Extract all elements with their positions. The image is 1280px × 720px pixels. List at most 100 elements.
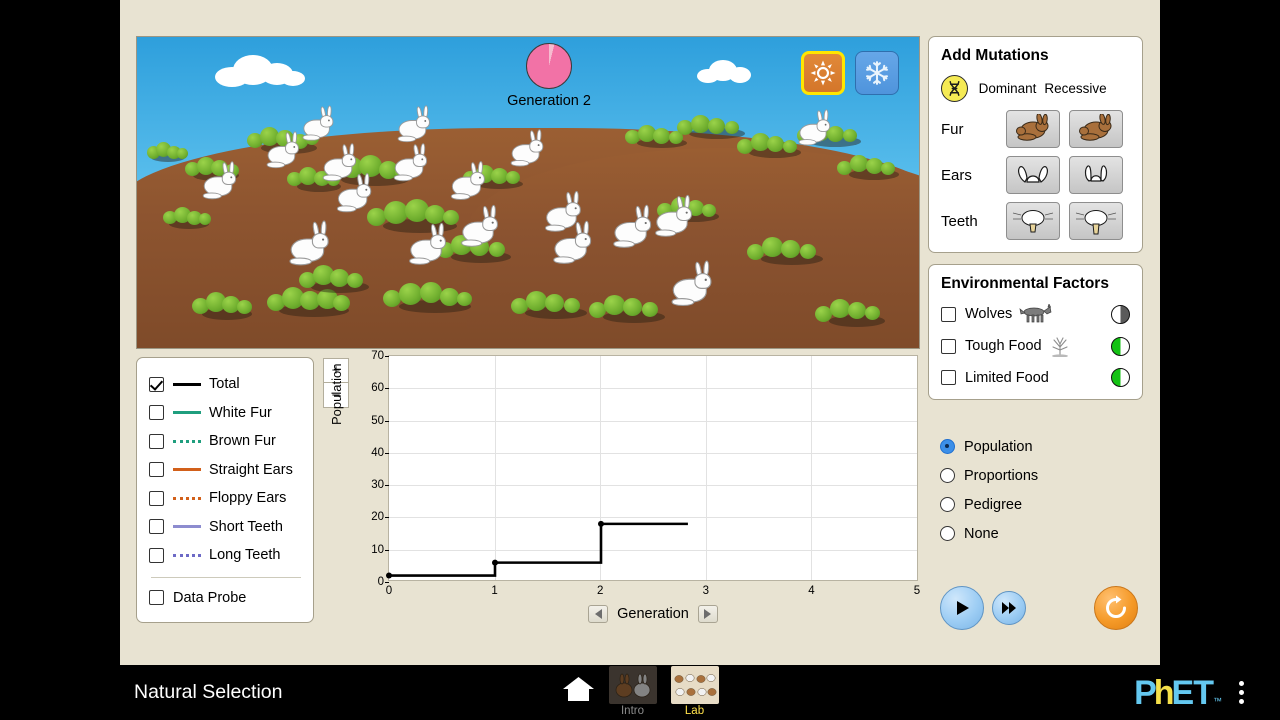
reset-all-button[interactable] xyxy=(1094,586,1138,630)
ears-recessive-mutation-button[interactable] xyxy=(1069,156,1123,194)
checkbox-data-probe[interactable] xyxy=(149,590,164,606)
mutations-header-row: Dominant Recessive xyxy=(941,75,1130,102)
kebab-menu-icon[interactable] xyxy=(1239,681,1244,704)
legend-divider xyxy=(151,576,301,578)
radio-none[interactable] xyxy=(940,526,955,541)
y-tick: 60 xyxy=(371,382,389,395)
tough-food-pie-icon xyxy=(1111,336,1130,356)
legend-label-short-teeth: Short Teeth xyxy=(209,518,283,535)
checkbox-wolves[interactable] xyxy=(941,306,956,322)
checkbox-white-fur[interactable] xyxy=(149,405,164,421)
fur-dominant-mutation-button[interactable] xyxy=(1006,110,1060,148)
legend-item-brown-fur[interactable]: Brown Fur xyxy=(149,427,303,456)
teeth-dominant-mutation-button[interactable] xyxy=(1006,202,1060,240)
radio-pedigree[interactable] xyxy=(940,497,955,512)
legend-item-short-teeth[interactable]: Short Teeth xyxy=(149,513,303,542)
graph-mode-none[interactable]: None xyxy=(940,519,1038,548)
label-tough-food: Tough Food xyxy=(965,338,1042,354)
checkbox-straight-ears[interactable] xyxy=(149,462,164,478)
home-button[interactable] xyxy=(562,675,595,717)
short-teeth-icon xyxy=(1012,210,1054,233)
generation-clock-pie xyxy=(526,43,572,89)
tough-food-icon xyxy=(1051,337,1068,357)
long-teeth-icon xyxy=(1075,210,1117,235)
checkbox-limited-food[interactable] xyxy=(941,370,956,385)
teeth-recessive-mutation-button[interactable] xyxy=(1069,202,1123,240)
graph-mode-proportions[interactable]: Proportions xyxy=(940,461,1038,490)
x-tick: 3 xyxy=(702,585,709,597)
play-button[interactable] xyxy=(940,586,984,630)
generation-spinner[interactable]: Generation xyxy=(388,605,918,623)
tab-lab-label: Lab xyxy=(684,705,705,717)
checkbox-long-teeth[interactable] xyxy=(149,547,164,563)
checkbox-brown-fur[interactable] xyxy=(149,433,164,449)
x-tick: 4 xyxy=(808,585,815,597)
nav-tabs: Intro Lab xyxy=(0,666,1280,717)
phet-logo[interactable]: P h ET ™ xyxy=(1134,676,1222,710)
environmental-factor-tough-food[interactable]: Tough Food xyxy=(941,335,1130,357)
plot-area[interactable]: 70 60 50 40 30 20 10 0 0 1 2 3 4 5 xyxy=(371,350,920,597)
generation-forward-button[interactable] xyxy=(697,605,718,623)
limited-food-pie-icon xyxy=(1111,368,1130,387)
x-tick: 0 xyxy=(385,585,393,597)
fur-recessive-mutation-button[interactable] xyxy=(1069,110,1123,148)
legend-item-white-fur[interactable]: White Fur xyxy=(149,399,303,428)
tab-lab[interactable]: Lab xyxy=(670,666,719,717)
y-tick: 70 xyxy=(371,350,389,362)
reset-all-icon xyxy=(1106,595,1126,618)
tab-intro-label: Intro xyxy=(620,705,644,717)
legend-swatch-white-fur xyxy=(173,411,201,415)
time-controls[interactable] xyxy=(940,586,1138,630)
tab-intro[interactable]: Intro xyxy=(608,666,657,717)
mutation-row-teeth: Teeth xyxy=(941,202,1130,240)
generation-back-button[interactable] xyxy=(588,605,609,623)
legend-swatch-straight-ears xyxy=(173,468,201,472)
environmental-factor-wolves[interactable]: Wolves xyxy=(941,304,1130,324)
wolves-pie-icon xyxy=(1111,304,1130,324)
checkbox-short-teeth[interactable] xyxy=(149,519,164,535)
legend-item-straight-ears[interactable]: Straight Ears xyxy=(149,456,303,485)
climate-equator-button[interactable] xyxy=(801,51,845,95)
tab-lab-thumbnail xyxy=(670,666,719,704)
mutation-row-fur: Fur xyxy=(941,110,1130,148)
navigation-bar: Natural Selection Intro Lab P h ET ™ xyxy=(0,665,1280,720)
legend-label-long-teeth: Long Teeth xyxy=(209,547,281,564)
add-mutations-title: Add Mutations xyxy=(941,47,1049,64)
checkbox-tough-food[interactable] xyxy=(941,338,956,354)
x-tick: 5 xyxy=(913,585,921,597)
checkbox-floppy-ears[interactable] xyxy=(149,490,164,506)
sun-icon xyxy=(810,60,836,86)
y-tick: 0 xyxy=(377,576,390,588)
app-root: Generation 2 Total White Fur Brown Fur S… xyxy=(0,0,1280,720)
snowflake-icon xyxy=(866,61,888,85)
graph-mode-radio-group[interactable]: Population Proportions Pedigree None xyxy=(940,432,1038,548)
environmental-factor-limited-food[interactable]: Limited Food xyxy=(941,368,1130,387)
climate-arctic-button[interactable] xyxy=(855,51,899,95)
ears-dominant-mutation-button[interactable] xyxy=(1006,156,1060,194)
mutation-label-teeth: Teeth xyxy=(941,212,978,230)
legend-label-brown-fur: Brown Fur xyxy=(209,433,276,450)
dna-icon xyxy=(941,75,968,102)
wolf-icon xyxy=(1019,304,1052,323)
climate-radio-buttons[interactable] xyxy=(801,51,899,95)
fast-forward-button[interactable] xyxy=(992,591,1026,625)
graph-mode-population[interactable]: Population xyxy=(940,432,1038,461)
legend-swatch-floppy-ears xyxy=(173,496,201,500)
label-none: None xyxy=(964,525,999,542)
radio-population[interactable] xyxy=(940,439,955,454)
checkbox-total[interactable] xyxy=(149,376,164,392)
column-header-recessive: Recessive xyxy=(1044,81,1107,96)
legend-item-floppy-ears[interactable]: Floppy Ears xyxy=(149,484,303,513)
label-proportions: Proportions xyxy=(964,467,1039,484)
legend-item-total[interactable]: Total xyxy=(149,370,303,399)
brown-fur-rabbit-icon xyxy=(1016,114,1049,141)
legend-item-long-teeth[interactable]: Long Teeth xyxy=(149,541,303,570)
radio-proportions[interactable] xyxy=(940,468,955,483)
legend-item-data-probe[interactable]: Data Probe xyxy=(149,584,303,613)
two-rabbits-icon xyxy=(615,673,650,698)
label-wolves: Wolves xyxy=(965,306,1013,322)
graph-mode-pedigree[interactable]: Pedigree xyxy=(940,490,1038,519)
environment-viewport[interactable]: Generation 2 xyxy=(136,36,920,349)
many-rabbits-icon xyxy=(674,674,716,696)
y-tick: 20 xyxy=(371,511,389,524)
